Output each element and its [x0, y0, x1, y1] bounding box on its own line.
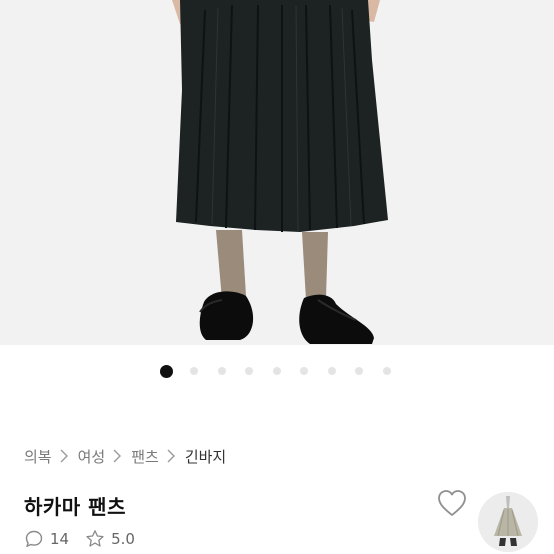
breadcrumb: 의복 여성 팬츠 긴바지: [24, 444, 226, 468]
carousel-dot[interactable]: [245, 367, 253, 375]
breadcrumb-item-pants[interactable]: 팬츠: [131, 446, 159, 467]
carousel-dot[interactable]: [327, 367, 336, 375]
product-image[interactable]: [0, 0, 554, 345]
product-thumbnail[interactable]: [478, 492, 538, 552]
breadcrumb-item-women[interactable]: 여성: [78, 446, 106, 467]
chevron-right-icon: [167, 449, 175, 463]
comment-count: 14: [50, 530, 70, 548]
comment-icon[interactable]: [24, 529, 44, 549]
carousel-dot[interactable]: [217, 367, 226, 375]
carousel-dot[interactable]: [355, 367, 363, 375]
carousel-dot[interactable]: [300, 367, 308, 375]
product-title: 하카마 팬츠: [24, 495, 126, 519]
carousel-dot[interactable]: [272, 367, 281, 375]
star-icon: [85, 529, 105, 549]
heart-icon[interactable]: [436, 488, 468, 518]
image-carousel-indicator: [0, 364, 554, 380]
breadcrumb-item-clothing[interactable]: 의복: [24, 446, 52, 467]
breadcrumb-item-long-pants[interactable]: 긴바지: [185, 446, 226, 467]
product-stats: 14 5.0: [24, 528, 135, 550]
product-photo-illustration: [172, 0, 388, 344]
carousel-dot-active[interactable]: [160, 365, 173, 378]
carousel-dot[interactable]: [382, 367, 391, 375]
thumbnail-image: [478, 492, 538, 552]
carousel-dot[interactable]: [190, 367, 198, 375]
chevron-right-icon: [113, 449, 122, 463]
rating-value: 5.0: [111, 530, 135, 548]
chevron-right-icon: [60, 449, 68, 463]
